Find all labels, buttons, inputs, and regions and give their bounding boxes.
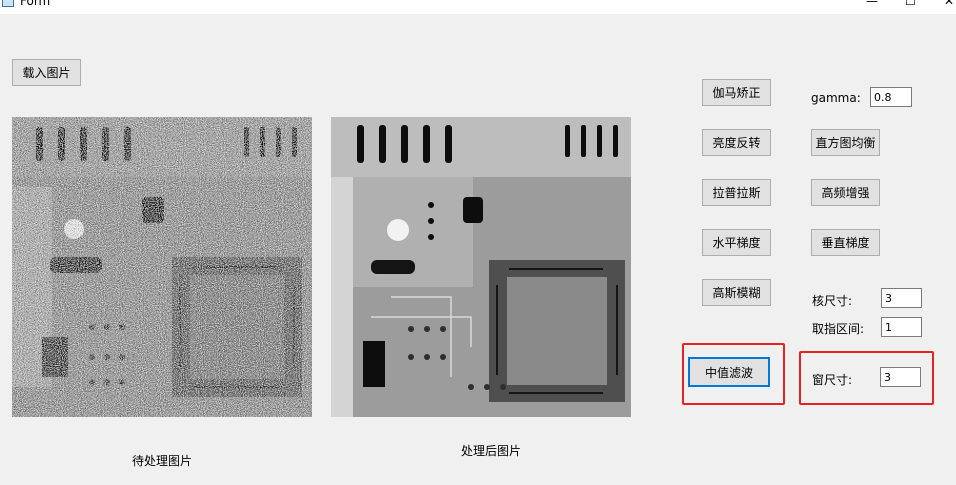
close-icon[interactable]: ✕ (944, 0, 954, 8)
processed-image (331, 117, 631, 417)
original-image (12, 117, 312, 417)
maximize-icon[interactable]: ☐ (905, 0, 916, 8)
vertical-gradient-button[interactable]: 垂直梯度 (811, 229, 880, 256)
horizontal-gradient-button[interactable]: 水平梯度 (702, 229, 771, 256)
minimize-icon[interactable]: — (866, 0, 878, 8)
range-input[interactable] (881, 317, 922, 337)
window-title: Form (20, 0, 51, 8)
median-filter-highlight (682, 343, 785, 405)
range-label: 取指区间: (812, 322, 865, 336)
gamma-label: gamma: (811, 91, 861, 105)
title-bar: Form — ☐ ✕ (0, 0, 956, 14)
original-image-caption: 待处理图片 (132, 454, 193, 468)
high-frequency-boost-button[interactable]: 高频增强 (811, 179, 880, 206)
gamma-correction-button[interactable]: 伽马矫正 (702, 79, 771, 106)
laplacian-button[interactable]: 拉普拉斯 (702, 179, 771, 206)
gaussian-blur-button[interactable]: 高斯模糊 (702, 279, 771, 306)
window-size-highlight (799, 351, 934, 405)
kernel-size-label: 核尺寸: (812, 294, 853, 308)
load-image-button[interactable]: 载入图片 (12, 59, 81, 86)
app-icon (2, 0, 14, 7)
brightness-invert-button[interactable]: 亮度反转 (702, 129, 771, 156)
gamma-input[interactable] (870, 87, 912, 107)
histogram-equalization-button[interactable]: 直方图均衡 (811, 129, 880, 156)
processed-image-caption: 处理后图片 (461, 444, 522, 458)
kernel-size-input[interactable] (881, 288, 922, 308)
